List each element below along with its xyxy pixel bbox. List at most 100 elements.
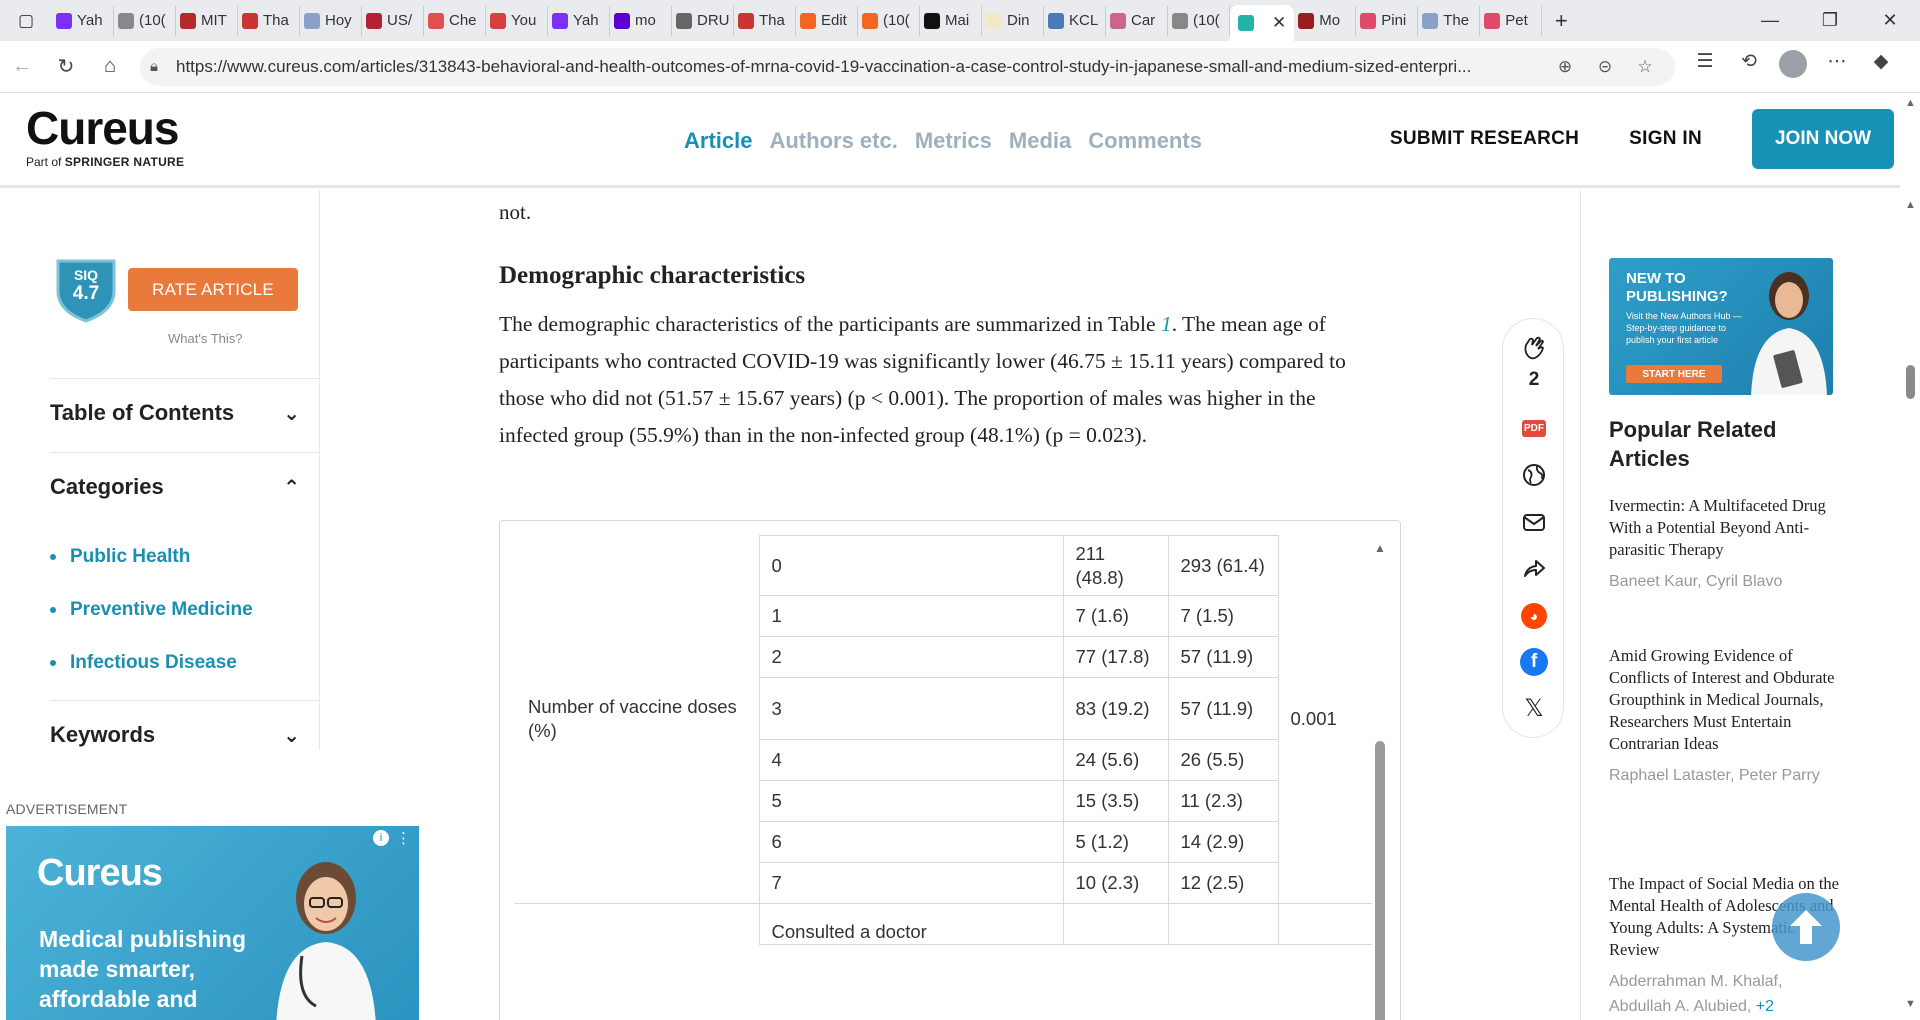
data-table-container[interactable]: Number of vaccine doses (%) 0 211 (48.8) 29…: [499, 520, 1401, 1020]
table-scroll-thumb[interactable]: [1375, 741, 1385, 1020]
scroll-up-icon[interactable]: ▲: [1905, 199, 1916, 211]
favorite-star-icon[interactable]: ☆: [1625, 57, 1665, 77]
browser-tab[interactable]: Tha: [734, 5, 796, 36]
back-icon[interactable]: ←: [0, 47, 44, 87]
browser-tab[interactable]: (10(: [1168, 5, 1230, 36]
ad-menu-icon[interactable]: ⋮: [396, 829, 411, 847]
tab-authors[interactable]: Authors etc.: [769, 128, 897, 154]
browser-tab[interactable]: Mo: [1294, 5, 1357, 36]
related-article[interactable]: Amid Growing Evidence of Conflicts of In…: [1609, 645, 1841, 788]
browser-tab[interactable]: The: [1418, 5, 1481, 36]
browser-tab[interactable]: Mai: [920, 5, 982, 36]
new-authors-promo[interactable]: NEW TO PUBLISHING? Visit the New Authors …: [1609, 258, 1833, 395]
browser-tab[interactable]: Pini: [1356, 5, 1419, 36]
browser-tab[interactable]: Pet: [1480, 5, 1543, 36]
category-link[interactable]: Preventive Medicine: [50, 583, 253, 636]
browser-tab[interactable]: US/: [362, 5, 424, 36]
clap-icon[interactable]: [1519, 333, 1549, 363]
email-icon[interactable]: [1519, 507, 1549, 537]
tab-media[interactable]: Media: [1009, 128, 1071, 154]
tab-favicon-icon: [1172, 12, 1188, 29]
browser-tab[interactable]: Yah: [52, 5, 114, 36]
join-now-button[interactable]: JOIN NOW: [1752, 109, 1894, 169]
browser-tab[interactable]: MIT: [176, 5, 238, 36]
page-scrollbar[interactable]: ▲ ▲ ▼: [1900, 93, 1920, 1020]
tab-comments[interactable]: Comments: [1088, 128, 1202, 154]
tab-article[interactable]: Article: [684, 128, 752, 154]
submit-research-link[interactable]: SUBMIT RESEARCH: [1390, 128, 1579, 150]
restore-icon[interactable]: ❐: [1800, 0, 1860, 41]
browser-tab[interactable]: Che: [424, 5, 486, 36]
home-icon[interactable]: ⌂: [88, 47, 132, 87]
history-icon[interactable]: ⟲: [1727, 50, 1771, 84]
globe-icon[interactable]: [1519, 460, 1549, 490]
window-controls: — ❐ ✕: [1740, 0, 1920, 41]
share-icon[interactable]: [1519, 554, 1549, 584]
zoom-icon[interactable]: ⊕: [1545, 57, 1585, 77]
keywords-toggle[interactable]: Keywords ⌄: [50, 722, 300, 748]
tab-label: Mai: [945, 12, 970, 29]
reload-icon[interactable]: ↻: [44, 47, 88, 87]
browser-tab[interactable]: Edit: [796, 5, 858, 36]
browser-tab-active[interactable]: ✕: [1230, 5, 1295, 41]
minimize-icon[interactable]: —: [1740, 0, 1800, 41]
x-twitter-icon[interactable]: 𝕏: [1519, 693, 1549, 723]
whats-this-link[interactable]: What's This?: [168, 331, 243, 346]
categories-list: Public Health Preventive Medicine Infect…: [50, 530, 253, 689]
advertisement-banner[interactable]: Cureus Medical publishing made smarter, …: [6, 826, 419, 1020]
browser-tab[interactable]: mo: [610, 5, 672, 36]
toc-toggle[interactable]: Table of Contents ⌄: [50, 400, 300, 426]
share-bar: 2 PDF ◕ f 𝕏: [1502, 318, 1564, 738]
browser-tab[interactable]: Car: [1106, 5, 1168, 36]
browser-tab[interactable]: DRU: [672, 5, 734, 36]
tab-favicon-icon: [738, 12, 754, 29]
reader-icon[interactable]: ⊝: [1585, 57, 1625, 77]
browser-tab[interactable]: (10(: [858, 5, 920, 36]
lock-icon: 🔒︎: [150, 58, 158, 75]
favorites-icon[interactable]: ☰: [1683, 50, 1727, 84]
ad-info-icon[interactable]: i: [373, 830, 389, 846]
browser-tab[interactable]: Hoy: [300, 5, 362, 36]
browser-tab[interactable]: Din: [982, 5, 1044, 36]
new-tab-button[interactable]: +: [1542, 8, 1580, 34]
profile-avatar[interactable]: [1771, 49, 1815, 84]
url-field[interactable]: 🔒︎ https://www.cureus.com/articles/31384…: [140, 47, 1675, 86]
browser-tab[interactable]: (10(: [114, 5, 176, 36]
scroll-down-icon[interactable]: ▼: [1905, 998, 1916, 1010]
more-authors-link[interactable]: +2: [1756, 998, 1774, 1015]
siq-badge[interactable]: SIQ 4.7: [54, 257, 118, 323]
browser-tab[interactable]: Yah: [548, 5, 610, 36]
paragraph: The demographic characteristics of the p…: [499, 312, 1346, 447]
pdf-icon[interactable]: PDF: [1519, 413, 1549, 443]
tab-favicon-icon: [614, 12, 630, 29]
cureus-logo[interactable]: Cureus Part of SPRINGER NATURE: [26, 105, 184, 169]
page-scroll-thumb[interactable]: [1906, 365, 1915, 399]
table-reference-link[interactable]: 1: [1161, 312, 1172, 336]
categories-toggle[interactable]: Categories ⌃: [50, 474, 300, 500]
reddit-icon[interactable]: ◕: [1519, 601, 1549, 631]
close-tab-icon[interactable]: ✕: [1272, 13, 1286, 33]
browser-tab[interactable]: Tha: [238, 5, 300, 36]
doctor-illustration: [1751, 272, 1827, 395]
table-scrollbar[interactable]: ▲: [1371, 541, 1391, 1020]
related-article[interactable]: Ivermectin: A Multifaceted Drug With a P…: [1609, 495, 1841, 594]
back-to-top-button[interactable]: [1772, 893, 1840, 961]
tab-metrics[interactable]: Metrics: [915, 128, 992, 154]
browser-tab-bar: ▢ Yah (10(MIT Tha Hoy US/Che You Yah mo DRU Tha Ed…: [0, 0, 1920, 41]
category-link[interactable]: Public Health: [50, 530, 253, 583]
close-window-icon[interactable]: ✕: [1860, 0, 1920, 41]
browser-tab[interactable]: You: [486, 5, 548, 36]
rate-article-button[interactable]: RATE ARTICLE: [128, 268, 298, 311]
more-menu-icon[interactable]: ⋯: [1815, 50, 1859, 84]
copilot-icon[interactable]: ◆: [1859, 50, 1903, 84]
category-link[interactable]: Infectious Disease: [50, 636, 253, 689]
scroll-up-icon[interactable]: ▲: [1374, 541, 1386, 555]
sign-in-link[interactable]: SIGN IN: [1629, 128, 1702, 150]
scroll-up-icon[interactable]: ▲: [1905, 97, 1916, 109]
facebook-icon[interactable]: f: [1519, 647, 1549, 677]
tab-actions-icon[interactable]: ▢: [0, 0, 52, 41]
browser-tab[interactable]: KCL: [1044, 5, 1106, 36]
start-here-button[interactable]: START HERE: [1626, 365, 1722, 383]
table-row: Number of vaccine doses (%) 0 211 (48.8) 29…: [514, 535, 1372, 904]
tab-favicon-icon: [1422, 12, 1439, 29]
